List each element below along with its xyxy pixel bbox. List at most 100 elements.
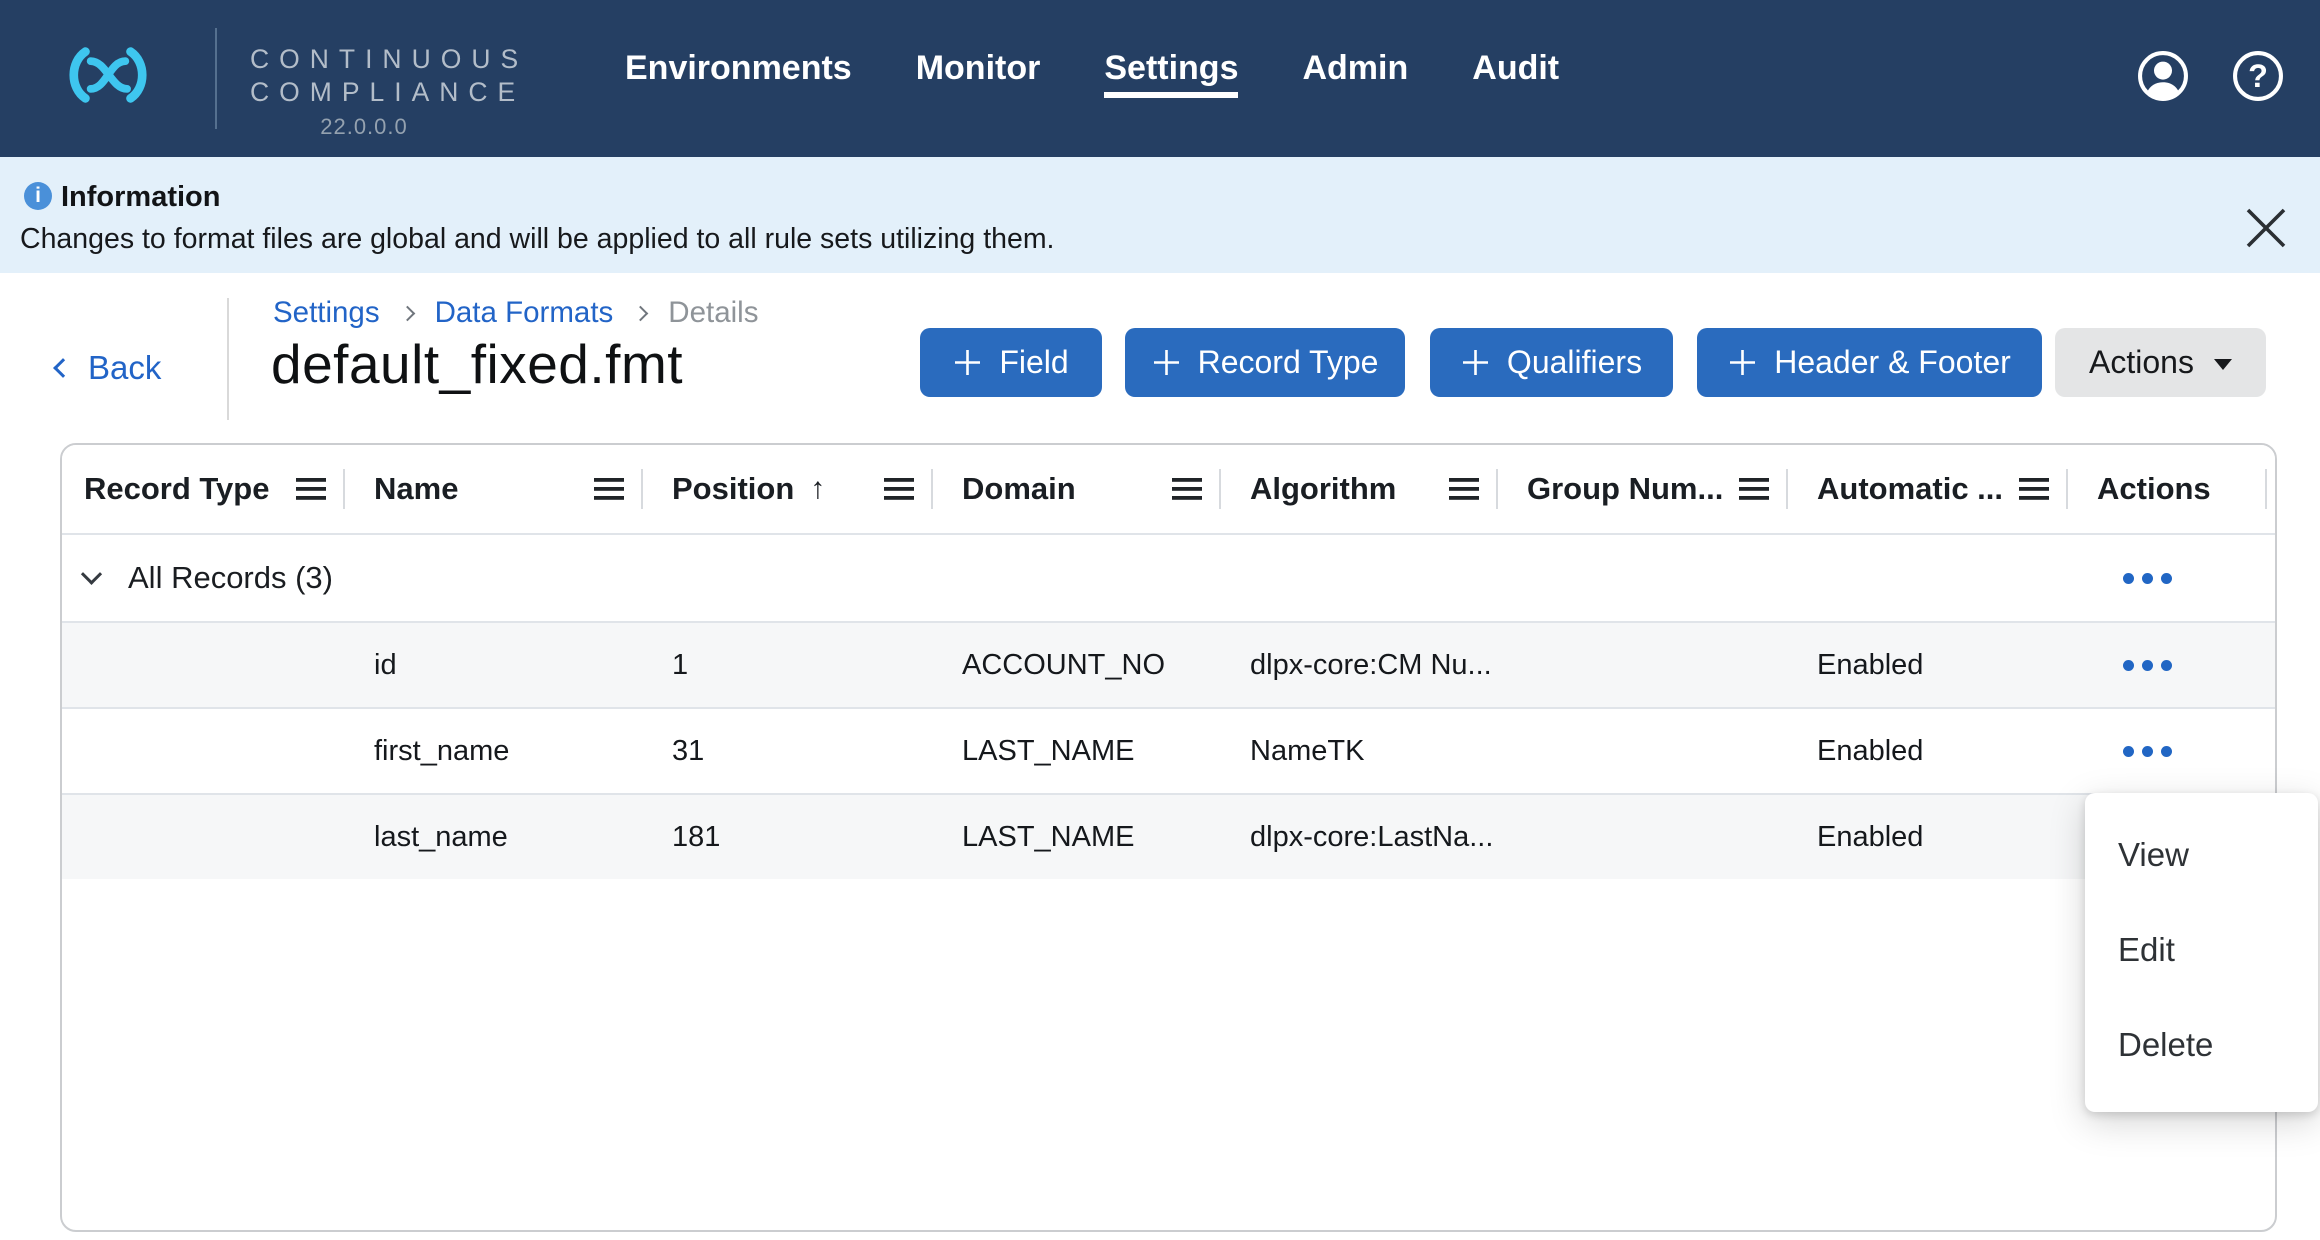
- nav-admin[interactable]: Admin: [1302, 48, 1408, 88]
- group-row-label: All Records (3): [128, 560, 333, 595]
- table-row: last_name 181 LAST_NAME dlpx-core:LastNa…: [62, 793, 2275, 879]
- sort-ascending-icon[interactable]: ↑: [810, 472, 825, 506]
- nav-settings[interactable]: Settings: [1104, 48, 1239, 98]
- plus-icon: [1730, 350, 1756, 375]
- cell-name: id: [374, 648, 397, 681]
- nav-audit[interactable]: Audit: [1472, 48, 1559, 88]
- column-label: Position: [672, 471, 795, 506]
- table-body: All Records (3) id 1 ACCOUNT_NO dlpx-cor…: [62, 535, 2275, 879]
- delphix-logo-icon: [69, 47, 147, 103]
- back-label: Back: [88, 349, 162, 386]
- column-menu-icon[interactable]: [1739, 478, 1769, 500]
- nav-monitor[interactable]: Monitor: [916, 48, 1041, 88]
- group-row-all-records: All Records (3): [62, 535, 2275, 621]
- button-label: Field: [999, 344, 1069, 380]
- column-menu-icon[interactable]: [1172, 478, 1202, 500]
- column-label: Domain: [962, 471, 1076, 506]
- chevron-right-icon: [399, 305, 415, 321]
- table-row: first_name 31 LAST_NAME NameTK Enabled: [62, 707, 2275, 793]
- add-field-button[interactable]: Field: [920, 328, 1102, 397]
- breadcrumb: Settings Data Formats Details: [273, 296, 758, 330]
- nav-environments[interactable]: Environments: [625, 48, 852, 88]
- button-label: Header & Footer: [1774, 344, 2011, 380]
- row-actions-menu: View Edit Delete: [2085, 793, 2318, 1112]
- breadcrumb-data-formats[interactable]: Data Formats: [435, 296, 614, 330]
- column-header-domain[interactable]: Domain: [932, 445, 1220, 533]
- row-actions-button[interactable]: [2119, 740, 2176, 763]
- cell-position: 31: [672, 734, 705, 767]
- cell-automatic: Enabled: [1817, 820, 1924, 853]
- primary-nav: Environments Monitor Settings Admin Audi…: [625, 48, 1559, 98]
- cell-domain: LAST_NAME: [962, 820, 1135, 853]
- column-menu-icon[interactable]: [296, 478, 326, 500]
- row-actions-button[interactable]: [2119, 567, 2176, 590]
- chevron-right-icon: [633, 305, 649, 321]
- column-header-name[interactable]: Name: [344, 445, 642, 533]
- column-label: Record Type: [84, 471, 270, 506]
- table-row: id 1 ACCOUNT_NO dlpx-core:CM Nu... Enabl…: [62, 621, 2275, 707]
- actions-button[interactable]: Actions: [2055, 328, 2266, 397]
- column-header-automatic[interactable]: Automatic ...: [1787, 445, 2067, 533]
- add-record-type-button[interactable]: Record Type: [1125, 328, 1405, 397]
- data-formats-table: Record Type Name Position ↑ Domain Algor…: [60, 443, 2277, 1232]
- plus-icon: [955, 350, 981, 375]
- page-title: default_fixed.fmt: [271, 333, 684, 395]
- banner-title: Information: [61, 181, 221, 213]
- column-menu-icon[interactable]: [884, 478, 914, 500]
- add-qualifiers-button[interactable]: Qualifiers: [1430, 328, 1673, 397]
- column-menu-icon[interactable]: [594, 478, 624, 500]
- cell-domain: ACCOUNT_NO: [962, 648, 1166, 681]
- cell-automatic: Enabled: [1817, 734, 1924, 767]
- table-header-row: Record Type Name Position ↑ Domain Algor…: [62, 445, 2275, 535]
- column-menu-icon[interactable]: [1449, 478, 1479, 500]
- button-label: Actions: [2089, 344, 2194, 380]
- cell-algorithm: dlpx-core:LastNa...: [1250, 820, 1494, 853]
- banner-message: Changes to format files are global and w…: [20, 223, 1055, 255]
- title-divider: [227, 298, 229, 420]
- breadcrumb-current: Details: [668, 296, 759, 329]
- column-label: Actions: [2097, 471, 2211, 506]
- info-banner: i Information Changes to format files ar…: [0, 157, 2320, 273]
- column-header-position[interactable]: Position ↑: [642, 445, 932, 533]
- column-header-algorithm[interactable]: Algorithm: [1220, 445, 1497, 533]
- menu-item-delete[interactable]: Delete: [2085, 997, 2318, 1092]
- back-button[interactable]: Back: [53, 349, 162, 387]
- version-label: 22.0.0.0: [320, 114, 408, 139]
- column-menu-icon[interactable]: [2019, 478, 2049, 500]
- column-label: Algorithm: [1250, 471, 1397, 506]
- product-line-1: CONTINUOUS: [250, 44, 529, 74]
- chevron-down-icon[interactable]: [80, 563, 103, 585]
- cell-domain: LAST_NAME: [962, 734, 1135, 767]
- info-icon: i: [24, 182, 52, 210]
- column-header-actions: Actions: [2067, 445, 2275, 533]
- menu-item-edit[interactable]: Edit: [2085, 902, 2318, 997]
- product-name: CONTINUOUS COMPLIANCE 22.0.0.0: [250, 43, 528, 140]
- cell-name: first_name: [374, 734, 510, 767]
- menu-item-view[interactable]: View: [2085, 807, 2318, 902]
- chevron-left-icon: [53, 358, 73, 378]
- cell-position: 181: [672, 820, 721, 853]
- button-label: Qualifiers: [1506, 344, 1643, 380]
- brand-divider: [215, 28, 217, 129]
- add-header-footer-button[interactable]: Header & Footer: [1697, 328, 2042, 397]
- product-line-2: COMPLIANCE: [250, 77, 526, 107]
- cell-algorithm: NameTK: [1250, 734, 1365, 767]
- user-icon[interactable]: [2136, 49, 2190, 103]
- plus-icon: [1153, 350, 1179, 375]
- row-actions-button[interactable]: [2119, 654, 2176, 677]
- column-header-record-type[interactable]: Record Type: [62, 445, 344, 533]
- close-icon[interactable]: [2243, 205, 2289, 251]
- caret-down-icon: [2213, 359, 2232, 370]
- cell-position: 1: [672, 648, 689, 681]
- plus-icon: [1462, 350, 1488, 375]
- help-icon[interactable]: ?: [2231, 49, 2285, 103]
- column-label: Group Num...: [1527, 471, 1724, 506]
- column-header-group-number[interactable]: Group Num...: [1497, 445, 1787, 533]
- column-label: Automatic ...: [1817, 471, 2004, 506]
- button-label: Record Type: [1197, 344, 1379, 380]
- top-navbar: CONTINUOUS COMPLIANCE 22.0.0.0 Environme…: [0, 0, 2320, 157]
- breadcrumb-settings[interactable]: Settings: [273, 296, 380, 330]
- cell-name: last_name: [374, 820, 508, 853]
- cell-automatic: Enabled: [1817, 648, 1924, 681]
- column-label: Name: [374, 471, 459, 506]
